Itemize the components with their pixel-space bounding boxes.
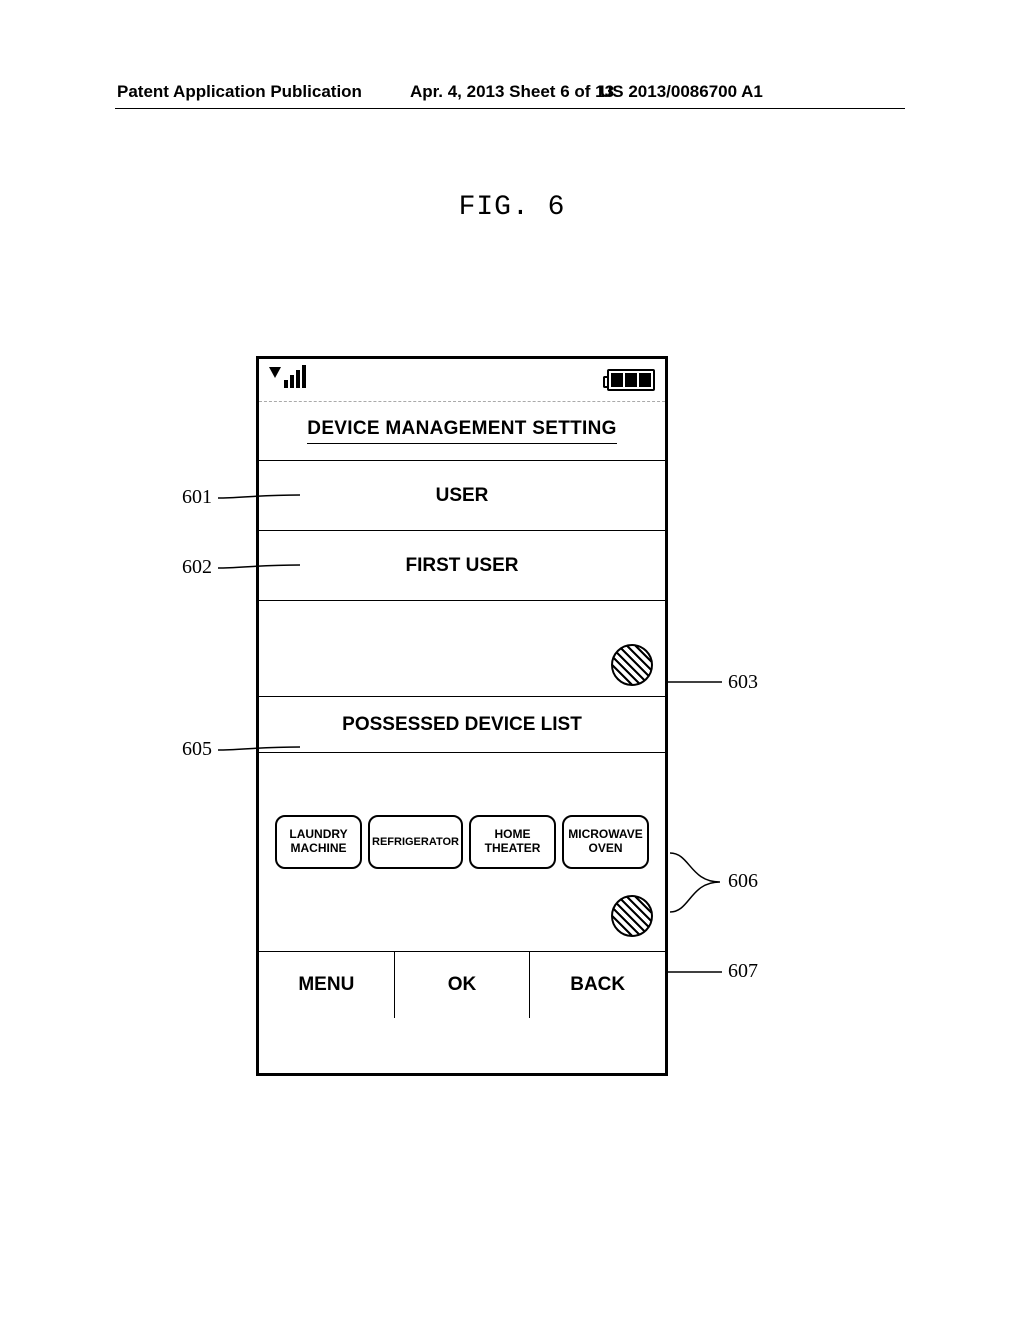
leader-lines bbox=[0, 0, 1024, 1320]
